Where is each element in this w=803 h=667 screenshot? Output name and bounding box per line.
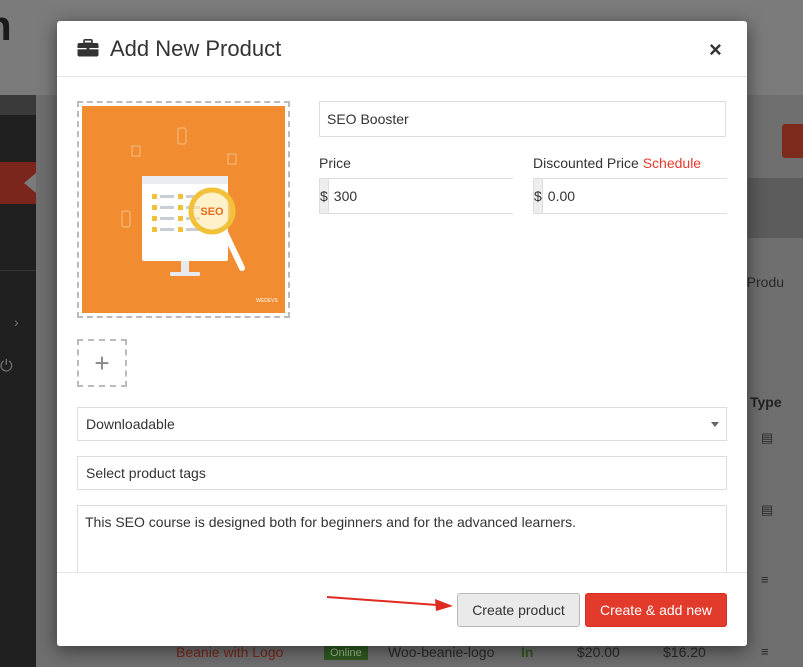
close-button[interactable]: ×	[709, 39, 722, 61]
background-column-header: Type	[750, 394, 782, 410]
add-image-button[interactable]: +	[77, 339, 127, 387]
product-description-textarea[interactable]: This SEO course is designed both for beg…	[77, 505, 727, 575]
product-type-value: Downloadable	[86, 416, 175, 432]
add-product-modal: Add New Product × SEO WEDEVS + SEO Boost…	[57, 21, 747, 646]
calendar-icon: ▤	[761, 430, 774, 445]
chevron-right-icon: ›	[14, 314, 19, 330]
brand-logo-text: WEDEVS	[256, 298, 278, 304]
background-logo: n	[0, 2, 12, 50]
background-sidebar-notch	[24, 173, 36, 193]
background-add-button	[782, 124, 803, 158]
briefcase-icon	[77, 39, 99, 57]
discounted-price-input[interactable]	[542, 179, 734, 213]
modal-title: Add New Product	[110, 36, 282, 61]
seo-illustration: SEO WEDEVS	[82, 106, 285, 313]
background-row-status: Online	[324, 646, 368, 660]
modal-header: Add New Product ×	[57, 21, 747, 77]
seo-badge-text: SEO	[200, 206, 224, 218]
background-row-stock: In	[521, 644, 534, 660]
discounted-price-label: Discounted Price Schedule	[533, 155, 701, 171]
create-product-button[interactable]: Create product	[457, 593, 580, 627]
schedule-link[interactable]: Schedule	[643, 155, 701, 171]
background-row-name: Beanie with Logo	[176, 644, 284, 660]
power-icon: ⏻	[0, 358, 13, 375]
background-panel	[748, 178, 803, 238]
create-and-add-new-button[interactable]: Create & add new	[585, 593, 727, 627]
background-row-price: $20.00	[577, 644, 620, 660]
caret-down-icon	[711, 422, 719, 427]
background-row-sku: Woo-beanie-logo	[388, 644, 495, 660]
price-field: $	[319, 178, 520, 214]
currency-addon: $	[320, 179, 329, 213]
price-label: Price	[319, 155, 351, 171]
discounted-price-label-text: Discounted Price	[533, 155, 639, 171]
menu-icon: ≡	[761, 644, 769, 659]
modal-footer: Create product Create & add new	[57, 572, 747, 646]
background-sidebar-divider	[0, 270, 36, 271]
currency-addon: $	[534, 179, 543, 213]
price-input[interactable]	[328, 179, 520, 213]
calendar-icon: ▤	[761, 502, 774, 517]
annotation-arrow-icon	[326, 596, 453, 611]
product-image[interactable]: SEO WEDEVS	[77, 101, 290, 318]
product-name-input[interactable]	[319, 101, 726, 137]
menu-icon: ≡	[761, 572, 769, 587]
discounted-price-field: $	[533, 178, 734, 214]
background-row-price-sale: $16.20	[663, 644, 706, 660]
product-type-select[interactable]: Downloadable	[77, 407, 727, 441]
product-tags-input[interactable]: Select product tags	[77, 456, 727, 490]
